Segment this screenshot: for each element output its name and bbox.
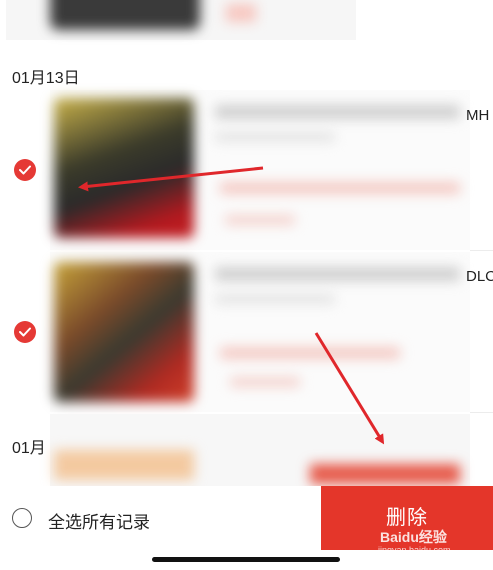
arrow-to-delete: [314, 332, 385, 445]
arrow-to-item: [78, 166, 264, 192]
annotation-arrows: [78, 166, 385, 445]
